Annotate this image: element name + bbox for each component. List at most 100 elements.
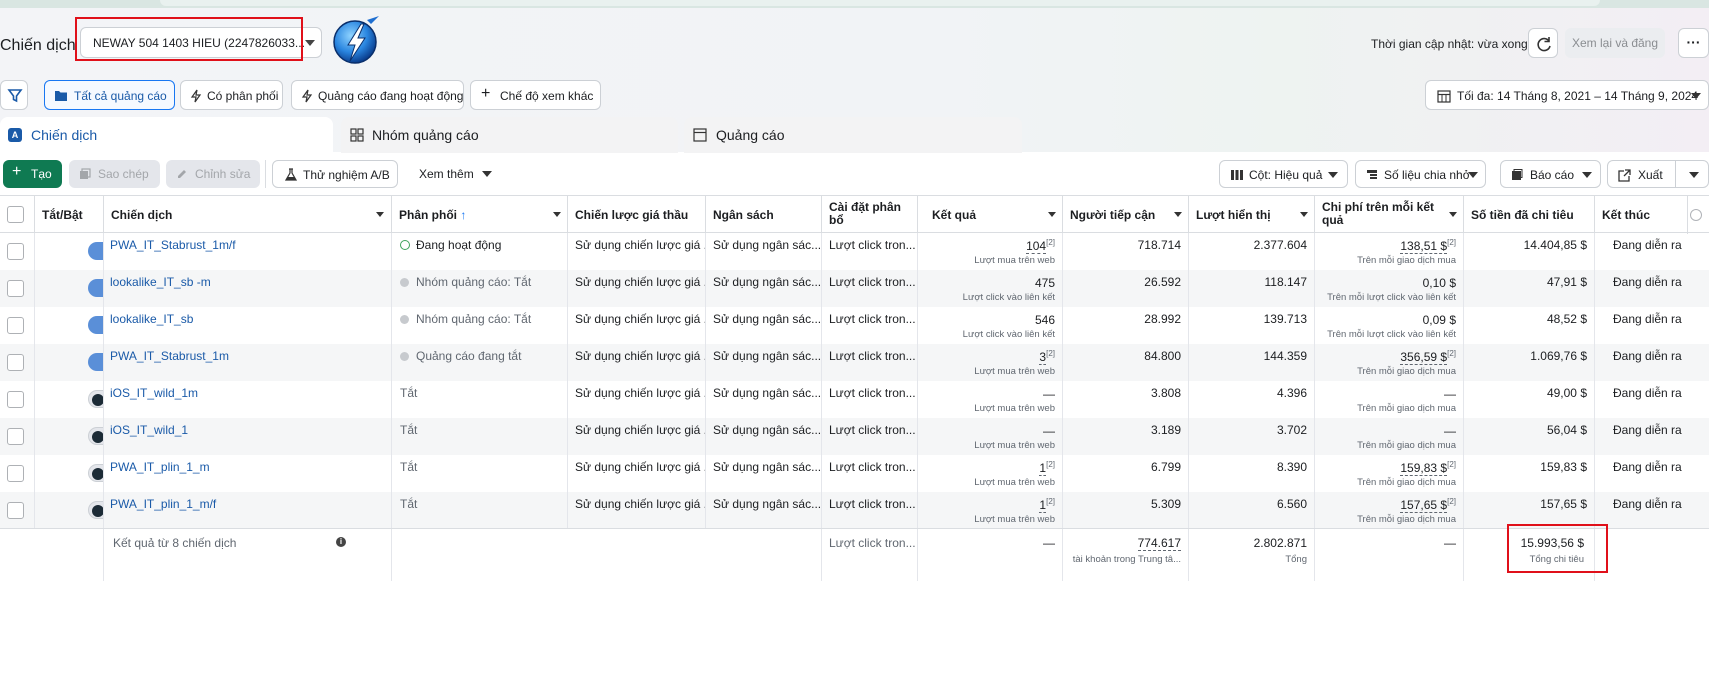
table-row[interactable]: lookalike_IT_sb -m Nhóm quảng cáo: Tắt Sử … — [0, 270, 1709, 307]
pencil-icon — [178, 170, 186, 178]
campaign-name-link[interactable]: lookalike_IT_sb -m — [110, 275, 211, 289]
see-more-button[interactable]: Xem thêm — [410, 160, 494, 188]
campaign-toggle[interactable] — [88, 390, 103, 408]
bid-strategy-cell: Sử dụng chiến lược giá ... — [568, 418, 706, 455]
campaign-toggle[interactable] — [88, 279, 103, 297]
tab-campaigns[interactable]: A Chiến dịch — [0, 117, 333, 153]
table-row[interactable]: PWA_IT_Stabrust_1m/f Đang hoạt động Sử dụn… — [0, 233, 1709, 270]
filter-all-ads[interactable]: Tất cả quảng cáo — [44, 80, 175, 110]
row-toggle-cell[interactable] — [35, 381, 104, 418]
row-checkbox[interactable] — [7, 243, 24, 260]
delivery-status: Tắt — [400, 497, 418, 511]
campaign-name-cell[interactable]: PWA_IT_plin_1_m/f — [104, 492, 392, 529]
refresh-button[interactable] — [1528, 28, 1558, 58]
row-checkbox[interactable] — [7, 465, 24, 482]
duplicate-button[interactable]: Sao chép — [69, 160, 160, 188]
table-row[interactable]: iOS_IT_wild_1 Tắt Sử dụng chiến lược giá .… — [0, 418, 1709, 455]
header-ends[interactable]: Kết thúc — [1595, 196, 1688, 234]
tab-ad-sets[interactable]: Nhóm quảng cáo — [341, 117, 678, 153]
campaign-name-cell[interactable]: PWA_IT_plin_1_m — [104, 455, 392, 492]
filter-active-ads[interactable]: Quảng cáo đang hoạt động — [291, 80, 464, 110]
ab-test-button[interactable]: Thử nghiệm A/B — [272, 160, 398, 188]
info-icon[interactable]: i — [336, 537, 346, 547]
delivery-cell: Tắt — [392, 381, 568, 418]
row-toggle-cell[interactable] — [35, 270, 104, 307]
campaign-toggle[interactable] — [88, 427, 103, 445]
campaign-name-link[interactable]: PWA_IT_plin_1_m — [110, 460, 210, 474]
row-checkbox[interactable] — [7, 317, 24, 334]
row-select-cell[interactable] — [0, 455, 35, 492]
campaign-toggle[interactable] — [88, 501, 103, 519]
row-select-cell[interactable] — [0, 233, 35, 270]
more-options-button[interactable]: ··· — [1678, 28, 1709, 58]
header-cost-per-result[interactable]: Chi phí trên mỗi kết quả — [1315, 196, 1464, 234]
edit-button[interactable]: Chỉnh sửa — [166, 160, 260, 188]
bid-strategy: Sử dụng chiến lược giá ... — [575, 349, 706, 363]
campaign-toggle[interactable] — [88, 353, 103, 371]
campaign-toggle[interactable] — [88, 316, 103, 334]
bid-strategy-cell: Sử dụng chiến lược giá ... — [568, 455, 706, 492]
row-checkbox[interactable] — [7, 502, 24, 519]
header-results[interactable]: Kết quả — [918, 196, 1063, 234]
row-toggle-cell[interactable] — [35, 418, 104, 455]
header-budget[interactable]: Ngân sách — [706, 196, 822, 234]
header-impressions[interactable]: Lượt hiển thị — [1189, 196, 1315, 234]
review-publish-button[interactable]: Xem lại và đăng — [1565, 28, 1665, 58]
campaign-name-cell[interactable]: iOS_IT_wild_1 — [104, 418, 392, 455]
campaign-name-link[interactable]: iOS_IT_wild_1m — [110, 386, 198, 400]
campaign-name-link[interactable]: lookalike_IT_sb — [110, 312, 193, 326]
settings-icon[interactable] — [1690, 209, 1702, 221]
row-select-cell[interactable] — [0, 492, 35, 529]
row-select-cell[interactable] — [0, 418, 35, 455]
select-all-checkbox[interactable] — [7, 206, 24, 223]
reach-cell: 84.800 — [1063, 344, 1189, 381]
reports-button[interactable]: Báo cáo — [1500, 160, 1601, 188]
campaign-toggle[interactable] — [88, 242, 103, 260]
columns-button[interactable]: Cột: Hiệu quả — [1219, 160, 1348, 188]
header-amount-spent[interactable]: Số tiền đã chi tiêu — [1464, 196, 1595, 234]
table-row[interactable]: PWA_IT_plin_1_m Tắt Sử dụng chiến lược giá… — [0, 455, 1709, 492]
row-toggle-cell[interactable] — [35, 455, 104, 492]
row-checkbox[interactable] — [7, 354, 24, 371]
campaign-name-link[interactable]: PWA_IT_plin_1_m/f — [110, 497, 216, 511]
header-attribution[interactable]: Cài đặt phân bổ — [822, 196, 918, 234]
row-checkbox[interactable] — [7, 280, 24, 297]
filter-button[interactable] — [0, 80, 28, 110]
campaign-name-cell[interactable]: PWA_IT_Stabrust_1m — [104, 344, 392, 381]
row-select-cell[interactable] — [0, 270, 35, 307]
filter-other-views[interactable]: + Chế độ xem khác — [470, 80, 601, 110]
header-reach[interactable]: Người tiếp cận — [1063, 196, 1189, 234]
campaign-name-link[interactable]: iOS_IT_wild_1 — [110, 423, 188, 437]
row-checkbox[interactable] — [7, 391, 24, 408]
header-bid-strategy[interactable]: Chiến lược giá thầu — [568, 196, 706, 234]
row-select-cell[interactable] — [0, 307, 35, 344]
export-button[interactable]: Xuất — [1607, 160, 1709, 188]
breakdown-button[interactable]: Số liệu chia nhỏ — [1355, 160, 1486, 188]
row-checkbox[interactable] — [7, 428, 24, 445]
table-row[interactable]: iOS_IT_wild_1m Tắt Sử dụng chiến lược giá … — [0, 381, 1709, 418]
row-toggle-cell[interactable] — [35, 492, 104, 529]
tab-ads[interactable]: Quảng cáo — [684, 117, 1022, 153]
campaign-name-cell[interactable]: PWA_IT_Stabrust_1m/f — [104, 233, 392, 270]
campaign-name-cell[interactable]: lookalike_IT_sb -m — [104, 270, 392, 307]
campaign-name-link[interactable]: PWA_IT_Stabrust_1m/f — [110, 238, 236, 252]
campaign-name-link[interactable]: PWA_IT_Stabrust_1m — [110, 349, 229, 363]
row-select-cell[interactable] — [0, 381, 35, 418]
campaign-name-cell[interactable]: lookalike_IT_sb — [104, 307, 392, 344]
date-range-picker[interactable]: Tối đa: 14 Tháng 8, 2021 – 14 Tháng 9, 2… — [1425, 80, 1709, 110]
table-row[interactable]: lookalike_IT_sb Nhóm quảng cáo: Tắt Sử dụn… — [0, 307, 1709, 344]
create-button[interactable]: + Tạo — [3, 160, 62, 188]
header-select-all[interactable] — [0, 196, 35, 234]
amount-spent-value: 14.404,85 $ — [1523, 238, 1587, 252]
campaign-toggle[interactable] — [88, 464, 103, 482]
row-toggle-cell[interactable] — [35, 233, 104, 270]
row-toggle-cell[interactable] — [35, 344, 104, 381]
table-row[interactable]: PWA_IT_Stabrust_1m Quảng cáo đang tắt Sử d… — [0, 344, 1709, 381]
row-select-cell[interactable] — [0, 344, 35, 381]
filter-has-delivery[interactable]: Có phân phối — [180, 80, 283, 110]
table-row[interactable]: PWA_IT_plin_1_m/f Tắt Sử dụng chiến lược g… — [0, 492, 1709, 529]
campaign-name-cell[interactable]: iOS_IT_wild_1m — [104, 381, 392, 418]
header-delivery[interactable]: Phân phối ↑ — [392, 196, 568, 234]
header-campaign[interactable]: Chiến dịch — [104, 196, 392, 234]
row-toggle-cell[interactable] — [35, 307, 104, 344]
